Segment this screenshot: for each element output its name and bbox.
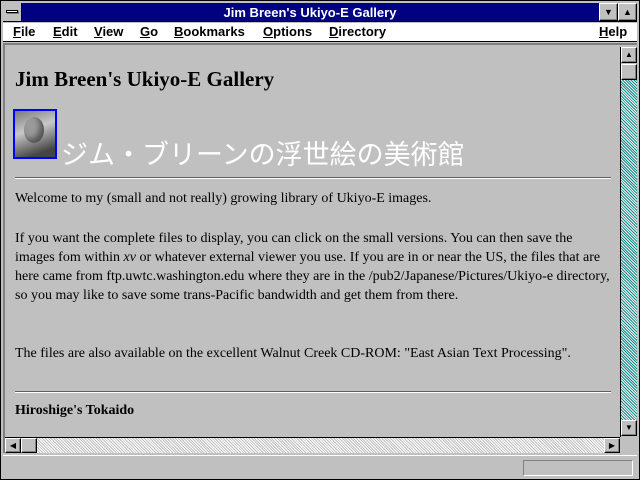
- menu-bar: File Edit View Go Bookmarks Options Dire…: [3, 23, 637, 42]
- horizontal-scrollbar[interactable]: ◀ ▶: [5, 437, 620, 453]
- menu-directory[interactable]: Directory: [329, 24, 386, 40]
- menu-directory-mnemonic: D: [329, 24, 339, 39]
- menu-view[interactable]: View: [94, 24, 123, 40]
- maximize-icon[interactable]: ▲: [618, 3, 637, 21]
- menu-file-label: ile: [20, 24, 36, 39]
- page-content: Jim Breen's Ukiyo-E Gallery ジム・ブリーンの浮世絵の…: [5, 47, 619, 435]
- menu-help-mnemonic: H: [599, 24, 609, 39]
- horizontal-scroll-track[interactable]: [21, 438, 604, 453]
- menu-bookmarks-mnemonic: B: [174, 24, 184, 39]
- menu-options-mnemonic: O: [263, 24, 274, 39]
- scroll-right-icon[interactable]: ▶: [604, 438, 620, 453]
- status-bar: [3, 455, 637, 479]
- window-title: Jim Breen's Ukiyo-E Gallery: [223, 5, 397, 20]
- status-progress-panel: [523, 460, 633, 476]
- vertical-scroll-track[interactable]: [621, 64, 637, 420]
- menu-edit[interactable]: Edit: [53, 24, 78, 40]
- page-title: Jim Breen's Ukiyo-E Gallery: [15, 67, 275, 91]
- menu-bookmarks[interactable]: Bookmarks: [174, 24, 245, 40]
- author-photo-link[interactable]: [13, 109, 57, 159]
- xv-name: xv: [123, 250, 136, 265]
- menu-go-mnemonic: G: [140, 24, 151, 39]
- menu-file-mnemonic: F: [13, 24, 21, 39]
- menu-go-label: o: [150, 24, 159, 39]
- menu-edit-mnemonic: E: [53, 24, 62, 39]
- scroll-down-icon[interactable]: ▼: [621, 420, 637, 436]
- browser-window: Jim Breen's Ukiyo-E Gallery ▼ ▲ File Edi…: [0, 0, 640, 480]
- section-heading: Hiroshige's Tokaido: [15, 403, 135, 418]
- instructions-paragraph: If you want the complete files to displa…: [15, 229, 615, 305]
- menu-bookmarks-label: ookmarks: [183, 24, 245, 39]
- vertical-scrollbar[interactable]: ▲ ▼: [620, 47, 637, 437]
- japanese-title: ジム・ブリーンの浮世絵の美術館: [61, 140, 465, 170]
- minimize-icon[interactable]: ▼: [599, 3, 618, 21]
- menu-help[interactable]: Help: [599, 24, 627, 40]
- title-bar[interactable]: Jim Breen's Ukiyo-E Gallery ▼ ▲: [3, 3, 637, 22]
- menu-directory-label: irectory: [338, 24, 387, 39]
- menu-help-label: elp: [608, 24, 628, 39]
- menu-go[interactable]: Go: [140, 24, 158, 40]
- horizontal-rule-2: [15, 391, 611, 393]
- status-text: [7, 460, 517, 476]
- system-menu-icon[interactable]: [3, 3, 22, 21]
- horizontal-rule: [15, 177, 611, 179]
- cdrom-paragraph: The files are also available on the exce…: [15, 346, 571, 361]
- menu-view-label: iew: [102, 24, 124, 39]
- menu-options-label: ptions: [273, 24, 313, 39]
- scroll-left-icon[interactable]: ◀: [5, 438, 21, 453]
- horizontal-scroll-thumb[interactable]: [21, 438, 37, 453]
- menu-options[interactable]: Options: [263, 24, 312, 40]
- scroll-up-icon[interactable]: ▲: [621, 47, 637, 63]
- intro-paragraph: Welcome to my (small and not really) gro…: [15, 191, 432, 206]
- menu-file[interactable]: File: [13, 24, 35, 40]
- menu-edit-label: dit: [61, 24, 78, 39]
- vertical-scroll-thumb[interactable]: [621, 64, 637, 80]
- scroll-corner: [620, 437, 637, 453]
